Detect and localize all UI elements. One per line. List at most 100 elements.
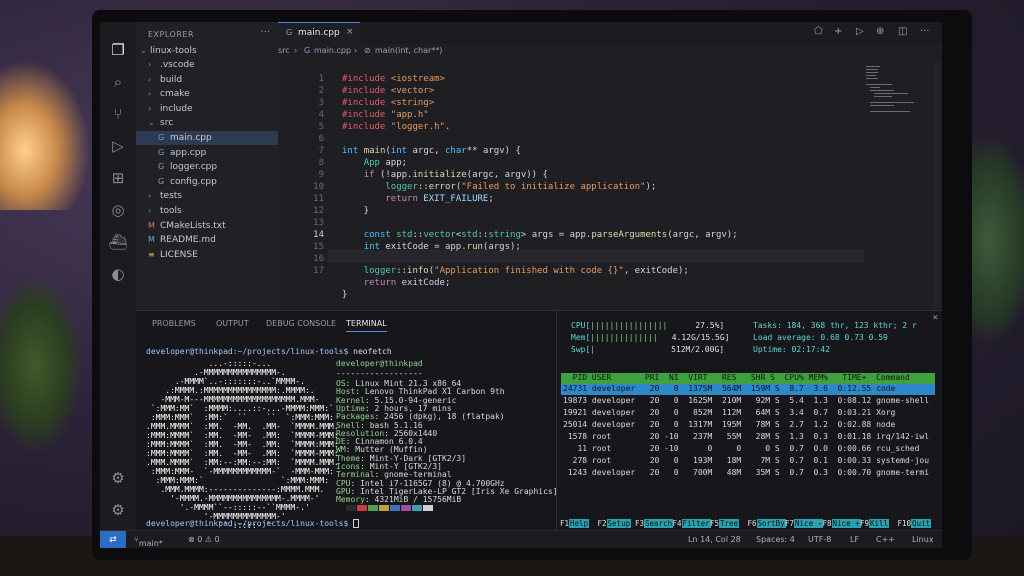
language-mode[interactable]: C++ <box>876 535 895 544</box>
more-actions-icon[interactable]: ··· <box>260 27 270 38</box>
color-swatch <box>368 505 378 511</box>
chevron-right-icon: › <box>148 89 152 99</box>
extensions-icon[interactable]: ⊞ <box>108 168 128 188</box>
htop-tasks: Tasks: 184, 368 thr, 123 kthr; 2 r <box>753 321 917 330</box>
htop-process-row[interactable]: 1243 developer 20 0 700M 48M 35M S 0.7 0… <box>563 468 929 477</box>
htop-pane[interactable]: × CPU[|||||||||||||||| 27.5%] Mem[|||||||… <box>556 310 942 530</box>
close-icon[interactable]: × <box>933 313 938 323</box>
line-number: 10 <box>313 182 324 192</box>
tab-terminal[interactable]: TERMINAL <box>346 319 387 332</box>
tree-item[interactable]: M README.md <box>136 233 278 247</box>
htop-fkey[interactable]: F8Nice + <box>823 519 861 529</box>
source-control-icon[interactable]: ⑂ <box>108 104 128 124</box>
docker-icon[interactable]: ⛴ <box>108 232 128 252</box>
encoding[interactable]: UTF-8 <box>808 535 831 544</box>
htop-fkey[interactable]: F3Search <box>635 519 674 529</box>
htop-process-row[interactable]: 278 root 20 0 193M 18M 7M S 0.7 0.1 0:00… <box>563 456 929 465</box>
code-line-11: return EXIT_FAILURE; <box>385 194 494 204</box>
vscode-window: ❐ ⌕ ⑂ ▷ ⊞ ◎ ⛴ ◐ ⚙ ⚙ EXPLORER ··· ⌄ linux-… <box>100 22 942 548</box>
tree-item[interactable]: › include <box>136 102 278 116</box>
tree-item[interactable]: Glogger.cpp <box>136 160 278 174</box>
tab-label: main.cpp <box>298 28 340 38</box>
htop-process-row[interactable]: 1578 root 20 -10 237M 55M 28M S 1.3 0.3 … <box>563 432 929 441</box>
htop-fkey[interactable]: F4Filter <box>673 519 711 529</box>
code-line-2: #include <vector> <box>342 86 435 96</box>
search-icon[interactable]: ⌕ <box>108 72 128 92</box>
open-changes-icon[interactable]: ⊕ <box>876 26 884 37</box>
code-line-4: #include "app.h" <box>342 110 429 120</box>
mint-ascii-logo: ...-:::::-... .-MMMMMMMMMMMMMMM-. .-MMMM… <box>146 359 339 530</box>
tree-item[interactable]: › cmake <box>136 87 278 101</box>
htop-fkey[interactable]: F9Kill <box>860 519 890 529</box>
testing-icon[interactable]: ◐ <box>108 264 128 284</box>
code-line-3: #include <string> <box>342 98 435 108</box>
code-line-9: if (!app.initialize(argc, argv)) { <box>363 170 548 180</box>
tab-output[interactable]: OUTPUT <box>216 319 249 328</box>
minimap[interactable] <box>864 62 934 122</box>
chevron-right-icon: › <box>148 103 152 113</box>
remote-explorer-icon[interactable]: ◎ <box>108 200 128 220</box>
tree-item[interactable]: Gconfig.cpp <box>136 175 278 189</box>
markdown-file-icon: M <box>148 235 155 245</box>
line-number: 16 <box>313 254 324 264</box>
tree-item[interactable]: › build <box>136 73 278 87</box>
tree-root-folder[interactable]: ⌄ linux-tools <box>140 44 278 58</box>
tab-debug-console[interactable]: DEBUG CONSOLE <box>266 319 336 328</box>
breadcrumb-file[interactable]: main.cpp <box>314 46 351 55</box>
os-indicator[interactable]: Linux <box>912 535 934 544</box>
line-number: 13 <box>313 218 324 228</box>
tree-item[interactable]: ≡ LICENSE <box>136 248 278 262</box>
tree-item[interactable]: › tools <box>136 204 278 218</box>
indentation[interactable]: Spaces: 4 <box>756 535 795 544</box>
tree-item[interactable]: › tests <box>136 189 278 203</box>
htop-process-row[interactable]: 11 root 20 -10 0 0 0 S 0.7 0.0 0:00.66 r… <box>563 444 919 453</box>
run-icon[interactable]: ▷ <box>856 26 864 37</box>
breadcrumb-folder[interactable]: src <box>278 46 290 55</box>
remote-indicator-icon[interactable]: ⇄ <box>100 531 126 548</box>
split-editor-icon[interactable]: ◫ <box>898 26 907 37</box>
run-debug-icon[interactable]: ▷ <box>108 136 128 156</box>
code-line-5: #include "logger.h". <box>342 122 451 132</box>
chevron-right-icon: › <box>148 191 152 201</box>
htop-fkey[interactable]: F5Tree <box>710 519 740 529</box>
accounts-gear-icon[interactable]: ⚙ <box>108 468 128 488</box>
terminal-prompt-line[interactable]: developer@thinkpad:~/projects/linux-tool… <box>146 519 360 528</box>
tree-item[interactable]: › .vscode <box>136 58 278 72</box>
settings-gear-icon[interactable]: ⚙ <box>108 500 128 520</box>
chevron-right-icon: › <box>148 74 152 84</box>
cpp-file-icon: G <box>286 28 293 37</box>
htop-fkey[interactable]: F2Setup <box>598 519 632 529</box>
code-editor[interactable]: 1 2 3 4 5 6 7 8 9 10 11 12 13 14 15 16 17 #include <iost… <box>278 62 864 308</box>
close-icon[interactable]: × <box>346 27 354 37</box>
htop-process-row[interactable]: 24731 developer 20 0 1375M 564M 159M S 8… <box>563 384 895 393</box>
tree-item[interactable]: Gapp.cpp <box>136 146 278 160</box>
breadcrumb-symbol[interactable]: main(int, char**) <box>375 46 442 55</box>
htop-fkey[interactable]: F6SortBy <box>748 519 786 529</box>
add-icon[interactable]: + <box>834 26 842 37</box>
neofetch-info-row: Memory: 4321MiB / 15756MiB <box>336 495 462 505</box>
line-ending[interactable]: LF <box>850 535 859 544</box>
htop-process-row[interactable]: 25014 developer 20 0 1317M 195M 78M S 2.… <box>563 420 895 429</box>
htop-fkey[interactable]: F7Nice - <box>785 519 824 529</box>
terminal-command-line[interactable]: developer@thinkpad:~/projects/linux-tool… <box>146 347 392 356</box>
htop-process-row[interactable]: 19921 developer 20 0 852M 112M 64M S 3.4… <box>563 408 895 417</box>
tab-main-cpp[interactable]: G main.cpp × <box>278 22 360 44</box>
line-number: 8 <box>318 158 324 168</box>
line-number: 12 <box>313 206 324 216</box>
chevron-down-icon: ⌄ <box>140 46 147 55</box>
explorer-files-icon[interactable]: ❐ <box>108 40 128 60</box>
tree-item[interactable]: M CMakeLists.txt <box>136 219 278 233</box>
git-branch[interactable]: ⑂ main* <box>134 535 163 548</box>
htop-fkey[interactable]: F10Quit <box>898 519 932 529</box>
tree-item[interactable]: Gmain.cpp <box>136 131 278 145</box>
htop-fkey[interactable]: F1Help <box>560 519 590 529</box>
cursor-position[interactable]: Ln 14, Col 28 <box>688 535 741 544</box>
cpp-file-icon: G <box>158 162 165 172</box>
htop-process-row[interactable]: 19873 developer 20 0 1625M 210M 92M S 5.… <box>563 396 929 405</box>
problems-count[interactable]: ⊗ 0 ⚠ 0 <box>188 535 220 544</box>
compare-icon[interactable]: ⬠ <box>814 26 823 37</box>
editor-scrollbar[interactable] <box>934 62 940 308</box>
tree-item[interactable]: ⌄ src <box>136 116 278 130</box>
more-actions-icon[interactable]: ··· <box>920 26 930 37</box>
tab-problems[interactable]: PROBLEMS <box>152 319 196 328</box>
